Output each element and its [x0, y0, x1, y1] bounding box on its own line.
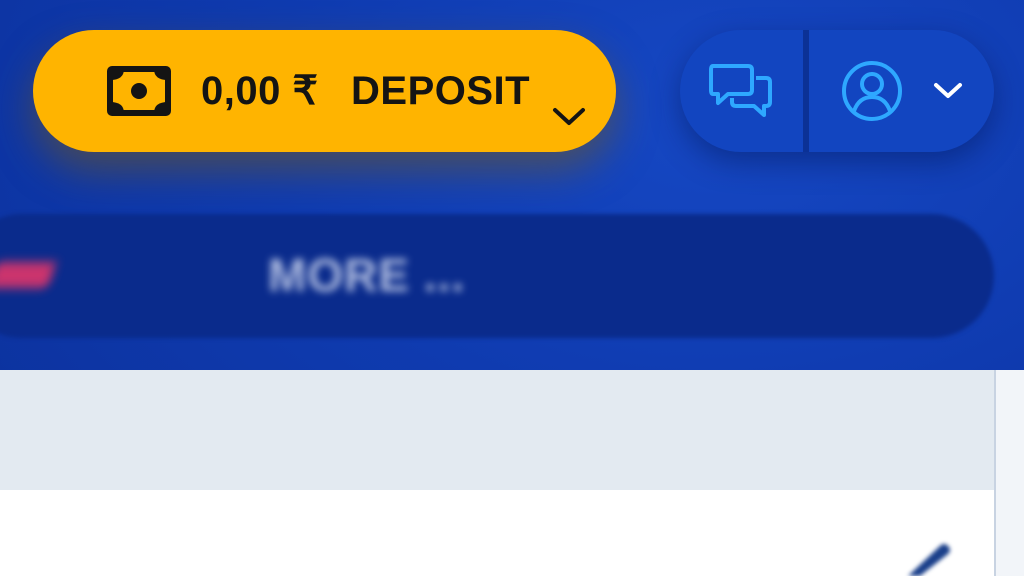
content-panel-edge-line [994, 370, 996, 576]
balance-amount: 0,00 ₹ [201, 69, 319, 113]
content-panel-body [0, 490, 994, 576]
profile-menu-button[interactable] [809, 30, 994, 152]
app-screen: 0,00 ₹ DEPOSIT MORE ... [0, 0, 1024, 576]
header-controls [680, 30, 994, 152]
deposit-button[interactable]: 0,00 ₹ DEPOSIT [33, 30, 616, 152]
money-bill-icon [107, 66, 171, 116]
content-panel-edge [994, 370, 1024, 576]
chevron-down-icon [934, 83, 962, 98]
deposit-label: DEPOSIT [351, 69, 531, 113]
chevron-down-icon[interactable] [551, 106, 587, 128]
pencil-icon[interactable] [896, 540, 956, 576]
content-panel-header [0, 370, 994, 490]
nav-active-tab-indicator [0, 262, 57, 288]
user-circle-icon [842, 61, 902, 121]
nav-bar [0, 214, 994, 338]
chat-bubbles-icon [709, 64, 772, 117]
nav-more-link[interactable]: MORE ... [268, 248, 465, 302]
chat-button[interactable] [680, 30, 802, 152]
